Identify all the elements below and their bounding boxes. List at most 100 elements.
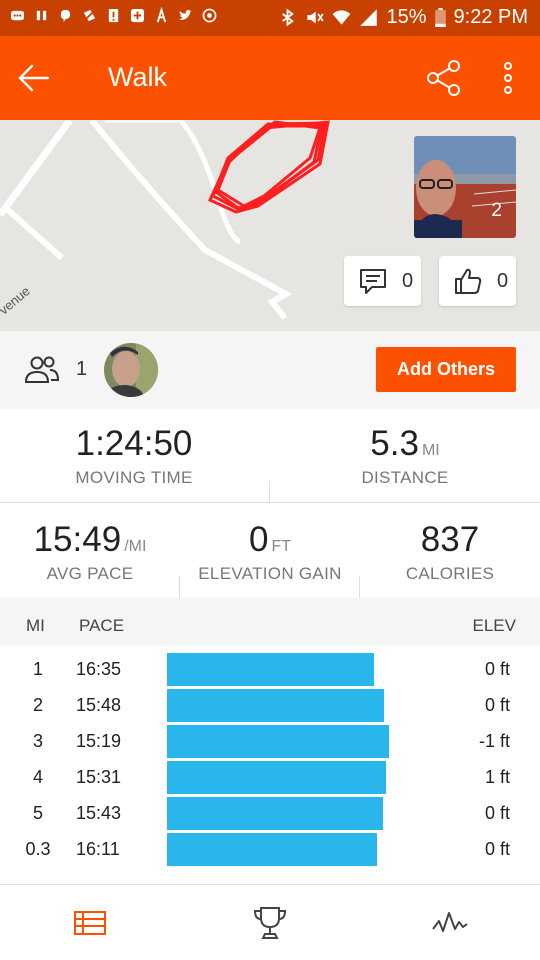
splits-header-elev: ELEV (472, 616, 516, 635)
kudos-count: 0 (497, 269, 509, 292)
splits-header-pace: PACE (79, 616, 125, 635)
mute-icon (305, 8, 325, 27)
distance-label: DISTANCE (361, 468, 449, 487)
split-elevation: 0 ft (484, 839, 510, 859)
avatar[interactable] (104, 343, 158, 397)
split-row: 5 15:43 0 ft (0, 796, 540, 832)
split-mile: 3 (32, 731, 43, 751)
thumbs-up-icon (455, 268, 482, 294)
split-elevation: 1 ft (484, 767, 510, 787)
stat-divider (359, 576, 360, 598)
stat-divider (179, 576, 180, 598)
bottom-nav (0, 884, 540, 960)
elevation-gain-value: 0 (248, 520, 269, 559)
trophy-icon (253, 907, 287, 939)
distance-stat: 5.3 MI DISTANCE (270, 424, 540, 488)
split-elevation: 0 ft (484, 695, 510, 715)
instagram-icon (202, 7, 217, 24)
split-pace: 15:43 (76, 803, 122, 823)
add-others-button[interactable]: Add Others (376, 347, 516, 392)
athlete-count: 1 (76, 358, 88, 380)
route-map[interactable]: venue 2 0 0 (0, 120, 540, 331)
split-elevation: 0 ft (484, 659, 510, 679)
elevation-gain-label: ELEVATION GAIN (198, 564, 342, 583)
split-pace-bar (167, 833, 377, 866)
split-row: 1 16:35 0 ft (0, 652, 540, 688)
overview-tab[interactable] (70, 903, 110, 943)
bluetooth-icon (278, 8, 297, 27)
route-trace (208, 120, 330, 214)
split-mile: 4 (32, 767, 43, 787)
stat-divider (269, 481, 270, 502)
notification-icons (10, 6, 217, 24)
split-pace-bar (167, 725, 389, 758)
clock: 9:22 PM (453, 6, 528, 28)
photo-count: 2 (491, 200, 502, 221)
avg-pace-stat: 15:49/MI AVG PACE (0, 520, 180, 584)
system-status: 15% 9:22 PM (278, 6, 528, 29)
comment-count: 0 (402, 269, 414, 292)
activity-icon (154, 6, 169, 24)
cancel-icon (82, 7, 97, 24)
photo-image (414, 136, 516, 238)
comment-icon (360, 269, 386, 294)
comment-button[interactable]: 0 (344, 256, 421, 306)
split-elevation: -1 ft (478, 731, 510, 751)
split-pace: 15:31 (76, 767, 122, 787)
avg-pace-label: AVG PACE (46, 564, 134, 583)
avg-pace-value: 15:49 (33, 520, 122, 559)
moving-time-stat: 1:24:50 MOVING TIME (0, 424, 268, 488)
back-arrow-icon[interactable] (14, 58, 54, 98)
split-pace-bar (167, 797, 383, 830)
twitter-icon (178, 7, 193, 24)
kudos-button[interactable]: 0 (439, 256, 516, 306)
splits-header: MI PACE ELEV (0, 598, 540, 646)
moving-time-value: 1:24:50 (75, 424, 193, 463)
split-pace-bar (167, 761, 386, 794)
group-row: 1 Add Others (0, 331, 540, 409)
distance-value: 5.3 (370, 424, 419, 463)
battery-percent: 15% (386, 6, 427, 28)
split-pace: 16:11 (76, 839, 120, 859)
split-pace: 15:48 (76, 695, 122, 715)
split-row: 2 15:48 0 ft (0, 688, 540, 724)
signal-icon (359, 8, 378, 27)
avg-pace-unit: /MI (124, 538, 147, 555)
split-pace: 16:35 (76, 659, 122, 679)
stat-divider-horizontal (0, 502, 540, 503)
calories-label: CALORIES (405, 564, 495, 583)
page-title: Walk (108, 62, 167, 92)
pause-icon (34, 7, 49, 24)
share-icon[interactable] (424, 58, 464, 98)
moving-time-label: MOVING TIME (75, 468, 193, 487)
avatar-image (104, 343, 158, 397)
split-row: 3 15:19 -1 ft (0, 724, 540, 760)
split-mile: 2 (32, 695, 43, 715)
splits-header-mi: MI (26, 616, 45, 635)
split-mile: 5 (32, 803, 43, 823)
split-row: 4 15:31 1 ft (0, 760, 540, 796)
elevation-gain-unit: FT (271, 538, 291, 555)
wifi-icon (332, 8, 351, 27)
achievements-tab[interactable] (250, 903, 290, 943)
overview-icon (74, 911, 106, 935)
analysis-icon (432, 912, 468, 932)
alert-icon (106, 7, 121, 24)
split-row: 0.3 16:11 0 ft (0, 832, 540, 868)
distance-unit: MI (421, 442, 440, 459)
split-mile: 0.3 (25, 839, 51, 859)
message-icon (10, 7, 25, 24)
activity-photo[interactable]: 2 (414, 136, 516, 238)
split-elevation: 0 ft (484, 803, 510, 823)
app-bar: Walk (0, 36, 540, 120)
elevation-gain-stat: 0 FT ELEVATION GAIN (180, 520, 360, 584)
analysis-tab[interactable] (430, 903, 470, 943)
athletes-icon (24, 356, 60, 383)
calories-value: 837 (420, 520, 480, 559)
battery-icon (434, 8, 446, 27)
hangouts-icon (58, 7, 73, 24)
split-pace: 15:19 (76, 731, 122, 751)
split-mile: 1 (32, 659, 43, 679)
more-vert-icon[interactable] (494, 58, 522, 98)
split-pace-bar (167, 653, 374, 686)
